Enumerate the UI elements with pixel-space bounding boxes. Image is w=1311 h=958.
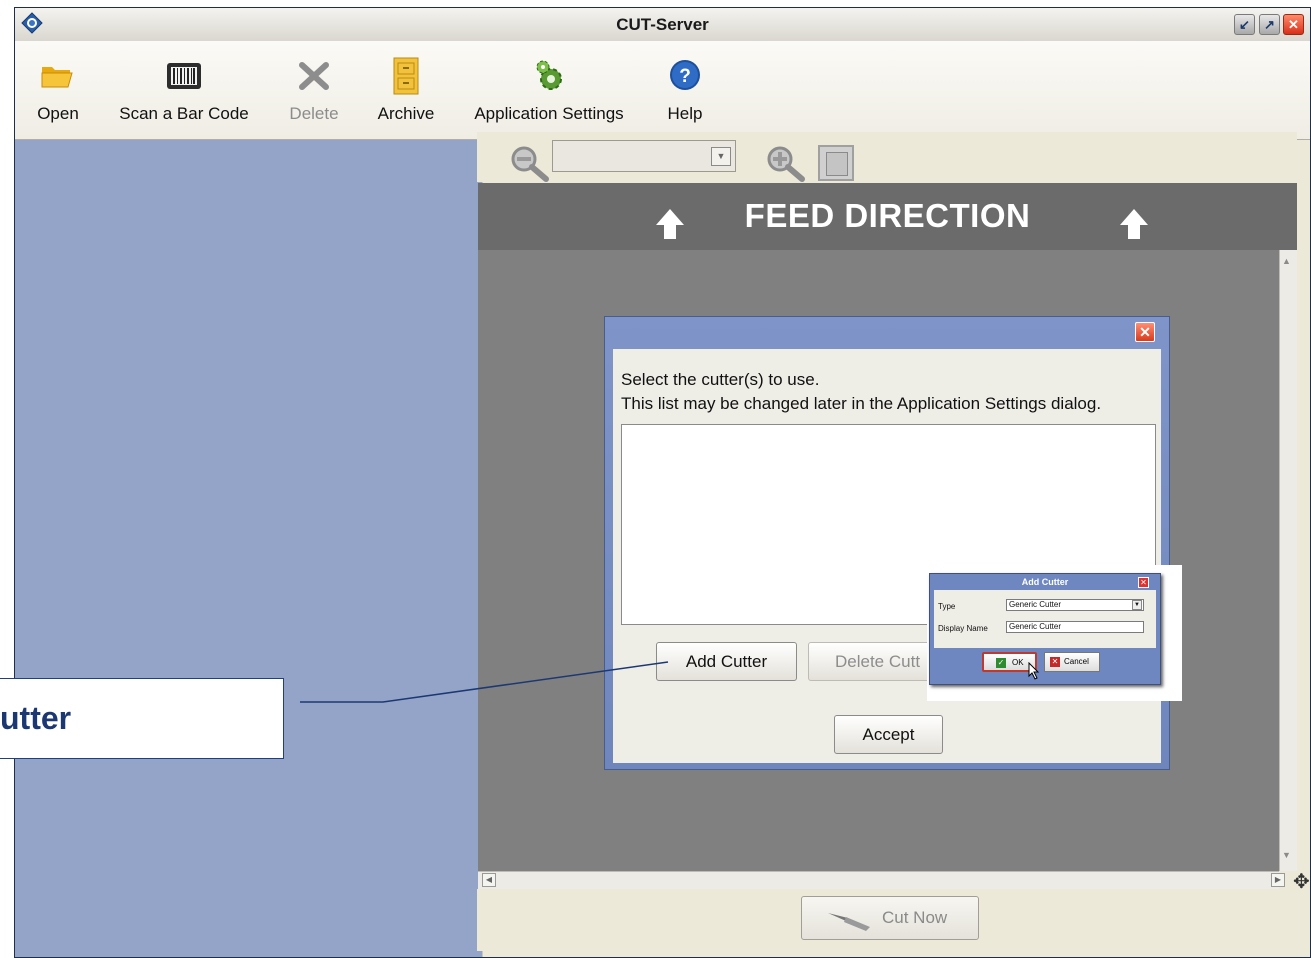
cut-now-button[interactable]: Cut Now bbox=[801, 896, 979, 940]
close-icon[interactable]: ✕ bbox=[1283, 14, 1304, 35]
zoom-level-select[interactable]: ▼ bbox=[552, 140, 736, 172]
help-icon: ? bbox=[670, 60, 700, 90]
scroll-up-icon[interactable]: ▲ bbox=[1282, 256, 1291, 266]
title-bar: CUT-Server ↙ ↗ ✕ bbox=[15, 8, 1310, 42]
add-cutter-title: Add Cutter bbox=[1021, 577, 1069, 587]
callout-text: utter bbox=[0, 700, 72, 736]
close-icon[interactable]: ✕ bbox=[1138, 577, 1149, 588]
scan-barcode-label: Scan a Bar Code bbox=[119, 104, 249, 123]
dialog-instruction-1: Select the cutter(s) to use. bbox=[621, 370, 820, 389]
x-cancel-icon: ✕ bbox=[1050, 657, 1060, 667]
zoom-in-icon[interactable] bbox=[764, 145, 808, 183]
add-cutter-inset: Add Cutter ✕ Type Generic Cutter ▼ Displ… bbox=[927, 565, 1182, 701]
minimize-icon[interactable]: ↙ bbox=[1234, 14, 1255, 35]
add-cutter-body: Type Generic Cutter ▼ Display Name Gener… bbox=[934, 590, 1156, 648]
check-icon: ✓ bbox=[996, 658, 1006, 668]
application-settings-button[interactable]: Application Settings bbox=[463, 41, 635, 139]
help-button[interactable]: ? Help bbox=[653, 41, 717, 139]
mouse-pointer-icon bbox=[1028, 662, 1040, 680]
dialog-instruction-2: This list may be changed later in the Ap… bbox=[621, 394, 1102, 413]
delete-button[interactable]: Delete bbox=[279, 41, 349, 139]
job-list-panel[interactable] bbox=[15, 140, 482, 957]
delete-x-icon bbox=[299, 62, 329, 90]
ok-label: OK bbox=[1012, 658, 1024, 667]
help-label: Help bbox=[667, 104, 703, 123]
main-toolbar: Open Scan a Bar Code Delete Archive Appl… bbox=[15, 41, 1310, 140]
scan-barcode-button[interactable]: Scan a Bar Code bbox=[109, 41, 259, 139]
scroll-right-icon[interactable]: ▶ bbox=[1271, 873, 1285, 887]
accept-button[interactable]: Accept bbox=[834, 715, 943, 754]
archive-button[interactable]: Archive bbox=[367, 41, 445, 139]
cancel-label: Cancel bbox=[1064, 657, 1089, 666]
open-label: Open bbox=[37, 104, 79, 123]
cut-now-label: Cut Now bbox=[882, 908, 948, 927]
up-arrow-icon bbox=[1120, 209, 1148, 239]
archive-label: Archive bbox=[377, 104, 435, 123]
feed-direction-label: FEED DIRECTION bbox=[744, 197, 1031, 234]
gear-settings-icon bbox=[536, 60, 562, 90]
folder-open-icon bbox=[41, 67, 73, 88]
window-title: CUT-Server bbox=[616, 15, 709, 34]
display-name-field[interactable]: Generic Cutter bbox=[1006, 621, 1144, 633]
vertical-scrollbar[interactable]: ▲ ▼ bbox=[1279, 250, 1297, 871]
knife-icon bbox=[828, 913, 870, 931]
scroll-left-icon[interactable]: ◀ bbox=[482, 873, 496, 887]
chevron-down-icon[interactable]: ▼ bbox=[1132, 600, 1142, 610]
delete-label: Delete bbox=[289, 104, 339, 123]
archive-cabinet-icon bbox=[393, 57, 419, 95]
type-value: Generic Cutter bbox=[1009, 600, 1062, 609]
callout-box: utter bbox=[0, 678, 284, 759]
type-label: Type bbox=[938, 602, 956, 611]
maximize-icon[interactable]: ↗ bbox=[1259, 14, 1280, 35]
fit-page-icon[interactable] bbox=[818, 145, 854, 181]
horizontal-scrollbar[interactable]: ◀ ▶ bbox=[478, 871, 1285, 889]
add-cutter-button[interactable]: Add Cutter bbox=[656, 642, 797, 681]
chevron-down-icon[interactable]: ▼ bbox=[711, 147, 731, 166]
select-cutters-dialog: ✕ Select the cutter(s) to use. This list… bbox=[604, 316, 1170, 770]
application-settings-label: Application Settings bbox=[474, 104, 624, 123]
zoom-out-icon[interactable] bbox=[508, 145, 552, 183]
type-select[interactable]: Generic Cutter ▼ bbox=[1006, 599, 1144, 611]
scroll-down-icon[interactable]: ▼ bbox=[1282, 850, 1291, 860]
add-cutter-dialog: Add Cutter ✕ Type Generic Cutter ▼ Displ… bbox=[929, 573, 1161, 685]
barcode-icon bbox=[167, 63, 201, 89]
feed-direction-bar: FEED DIRECTION bbox=[478, 183, 1297, 250]
cancel-button[interactable]: ✕ Cancel bbox=[1044, 652, 1100, 672]
svg-text:?: ? bbox=[679, 66, 691, 87]
display-name-label: Display Name bbox=[938, 624, 988, 633]
open-button[interactable]: Open bbox=[23, 41, 93, 139]
close-icon[interactable]: ✕ bbox=[1135, 322, 1155, 342]
